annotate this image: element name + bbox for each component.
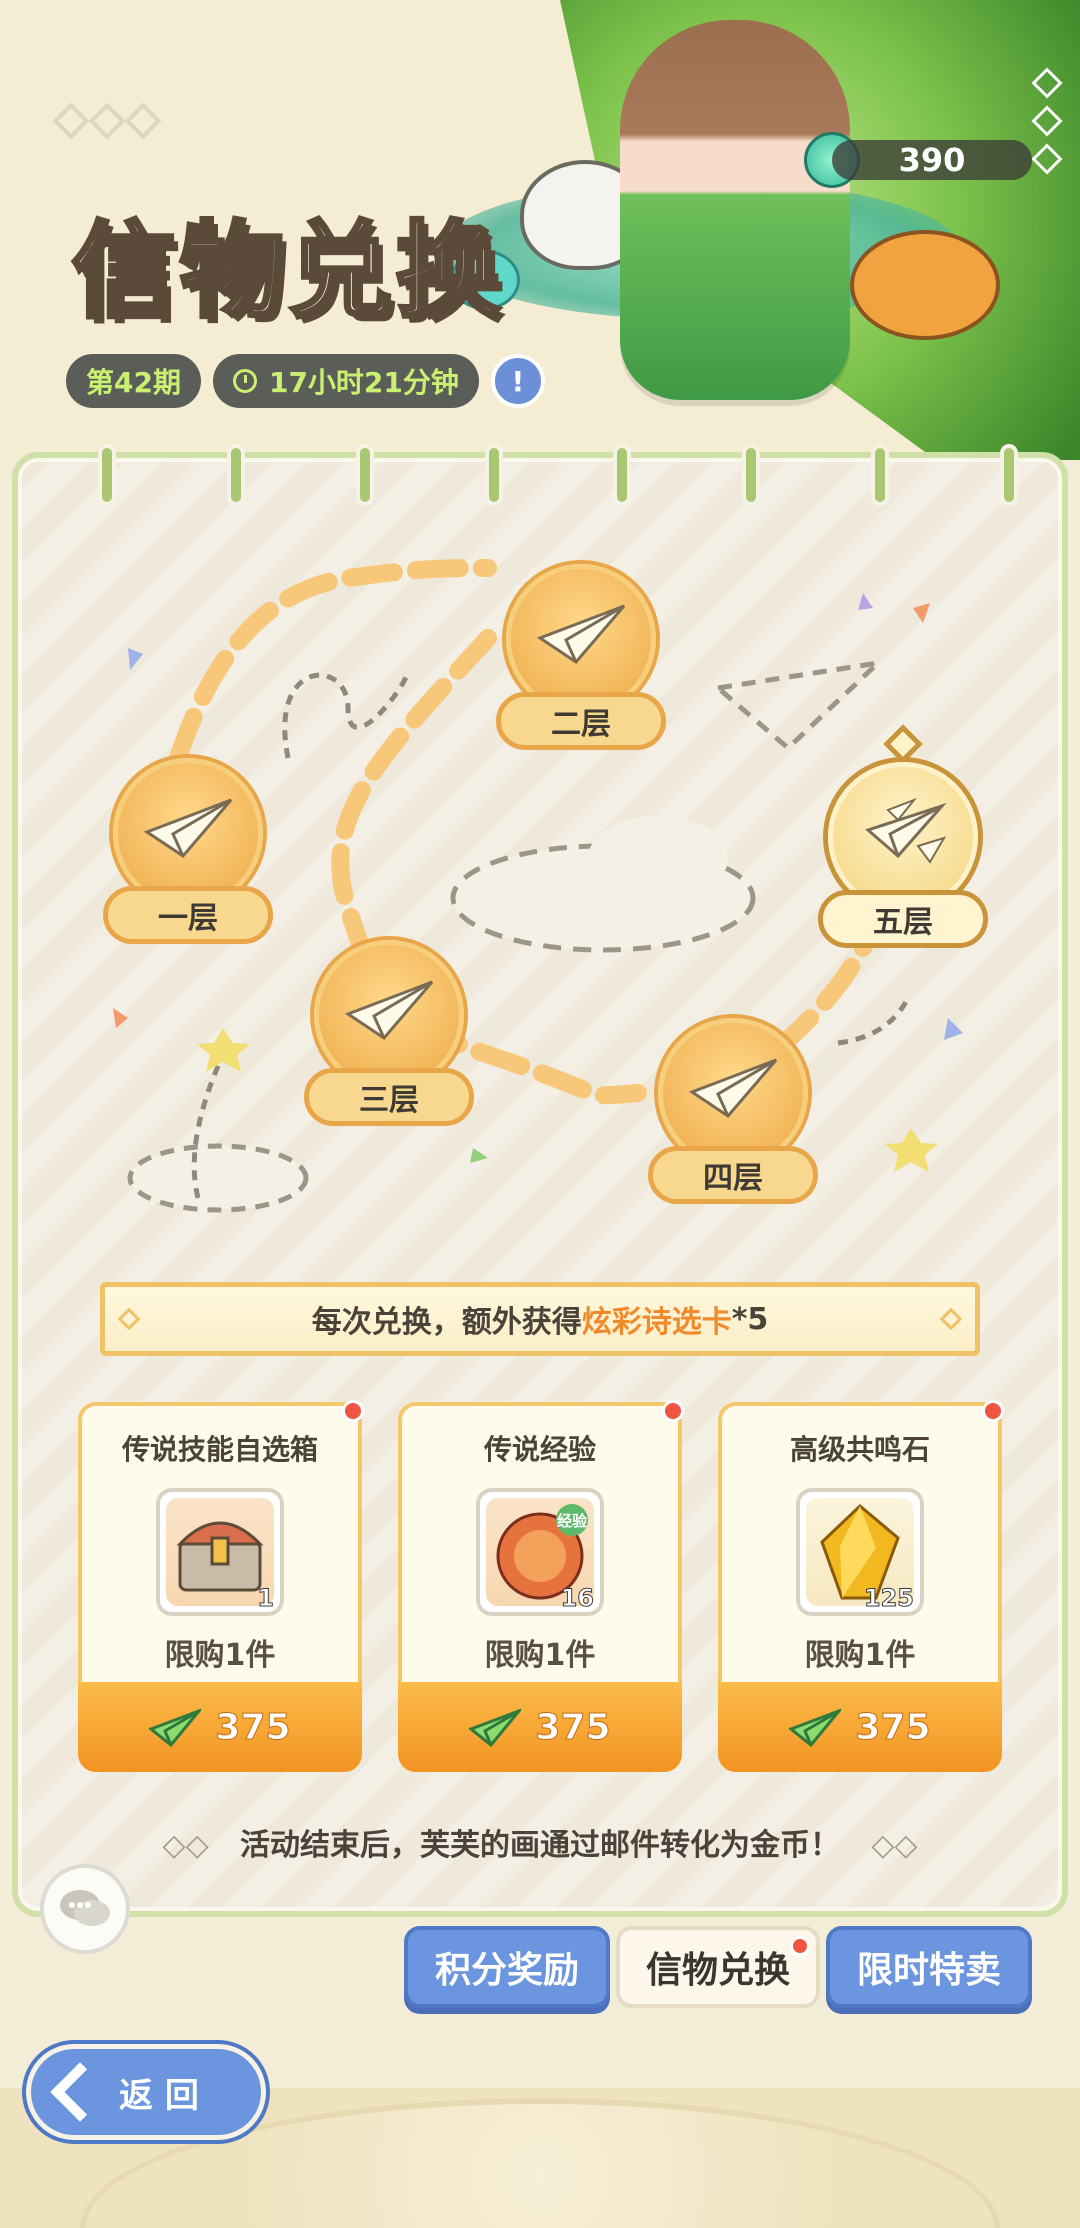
item-quantity: 125	[863, 1584, 914, 1613]
chat-icon	[60, 1890, 110, 1926]
paper-planes-icon	[865, 797, 947, 864]
floor-3-node[interactable]: 三层	[304, 940, 474, 1126]
item-quantity: 1	[257, 1584, 275, 1613]
page-title: 信物兑换	[70, 208, 505, 334]
notification-dot	[982, 1400, 1004, 1422]
footnote: ◇◇ 活动结束后，芙芙的画通过邮件转化为金币！ ◇◇	[100, 1820, 980, 1864]
floor-label: 一层	[103, 886, 273, 944]
bonus-suffix: *5	[731, 1301, 769, 1337]
side-decoration	[1031, 67, 1063, 175]
purchase-limit: 限购1件	[484, 1638, 596, 1673]
cloud-small	[127, 1143, 309, 1213]
exchange-card[interactable]: 传说技能自选箱 1 限购1件 375	[78, 1400, 364, 1772]
countdown-text: 17小时21分钟	[268, 366, 459, 399]
item-slot: 经验 16	[476, 1488, 604, 1616]
status-pills: 第42期 17小时21分钟 !	[66, 354, 545, 408]
item-quantity: 16	[560, 1584, 594, 1613]
back-arrow-icon	[50, 2062, 110, 2122]
purchase-limit: 限购1件	[804, 1638, 916, 1673]
back-button[interactable]: 返 回	[26, 2044, 266, 2140]
exchange-card[interactable]: 传说经验 经验 16 限购1件 375	[398, 1400, 684, 1772]
diamond-deco	[117, 1307, 141, 1331]
exchange-cards: 传说技能自选箱 1 限购1件 375 传说经验 经验 16 限购1件 375 高…	[78, 1400, 1004, 1772]
hero-pig-character	[850, 230, 1000, 340]
floor-5-node[interactable]: 五层	[818, 724, 988, 948]
price-button[interactable]: 375	[718, 1682, 1002, 1772]
back-label: 返 回	[119, 2075, 199, 2116]
floor-label: 五层	[818, 890, 988, 948]
currency-counter: 390	[832, 140, 1032, 180]
tab-token-exchange[interactable]: 信物兑换	[616, 1926, 820, 2008]
price-button[interactable]: 375	[398, 1682, 682, 1772]
info-button[interactable]: !	[490, 354, 545, 408]
floor-2-node[interactable]: 二层	[496, 564, 666, 750]
chat-button[interactable]	[40, 1864, 130, 1954]
bottom-tabs: 积分奖励 信物兑换 限时特卖	[404, 1926, 1032, 2008]
bonus-banner: 每次兑换，额外获得 炫彩诗选卡 *5	[100, 1282, 980, 1356]
paper-plane-icon	[344, 980, 434, 1040]
scroll-deco-right: ◇◇	[871, 1828, 918, 1863]
price-value: 375	[855, 1706, 931, 1748]
diamond-deco	[939, 1307, 963, 1331]
hero-girl-character	[620, 20, 850, 400]
header: 信物兑换 第42期 17小时21分钟 ! 390	[0, 0, 1080, 460]
tab-points-reward[interactable]: 积分奖励	[404, 1926, 610, 2008]
notification-dot	[662, 1400, 684, 1422]
period-badge: 第42期	[66, 354, 201, 408]
countdown-badge: 17小时21分钟	[212, 354, 479, 408]
paper-plane-currency-icon	[789, 1708, 842, 1747]
clock-icon	[232, 369, 257, 393]
item-slot: 125	[796, 1488, 924, 1616]
item-slot: 1	[156, 1488, 284, 1616]
notification-dot	[790, 1936, 810, 1956]
item-name: 高级共鸣石	[789, 1433, 930, 1466]
price-button[interactable]: 375	[78, 1682, 362, 1772]
paper-plane-currency-icon	[469, 1708, 522, 1747]
price-value: 375	[535, 1706, 611, 1748]
item-name: 传说经验	[483, 1433, 596, 1466]
exp-badge: 经验	[557, 1512, 588, 1530]
floor-1-node[interactable]: 一层	[103, 758, 273, 944]
paper-plane-icon	[688, 1058, 778, 1118]
paper-plane-icon	[143, 798, 233, 858]
floor-label: 二层	[496, 692, 666, 750]
footnote-text: 活动结束后，芙芙的画通过邮件转化为金币！	[240, 1828, 840, 1863]
tab-label: 信物兑换	[645, 1950, 790, 1991]
exchange-card[interactable]: 高级共鸣石 125 限购1件 375	[718, 1400, 1004, 1772]
notification-dot	[342, 1400, 364, 1422]
decorative-diamonds	[52, 102, 162, 140]
paper-plane-currency-icon	[149, 1708, 202, 1747]
floor-label: 三层	[304, 1068, 474, 1126]
scroll-deco-left: ◇◇	[162, 1828, 209, 1863]
cloud-large	[450, 816, 756, 953]
bonus-highlight: 炫彩诗选卡	[581, 1305, 732, 1340]
purchase-limit: 限购1件	[164, 1638, 276, 1673]
floor-4-node[interactable]: 四层	[648, 1018, 818, 1204]
floor-label: 四层	[648, 1146, 818, 1204]
bonus-prefix: 每次兑换，额外获得	[311, 1305, 582, 1340]
item-name: 传说技能自选箱	[121, 1433, 318, 1466]
tab-limited-sale[interactable]: 限时特卖	[826, 1926, 1032, 2008]
paper-plane-icon	[536, 604, 626, 664]
price-value: 375	[215, 1706, 291, 1748]
